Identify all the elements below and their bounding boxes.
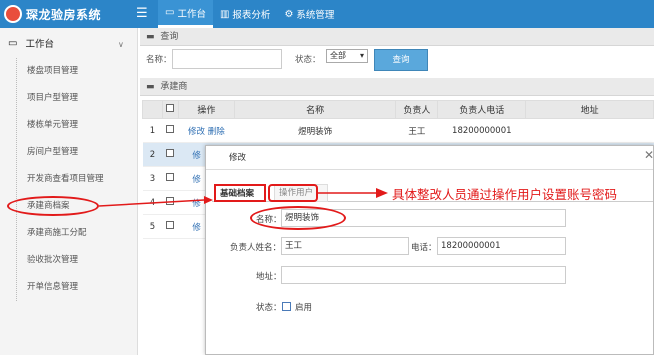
row-index: 2 <box>142 142 163 167</box>
bar-chart-icon: ▥ <box>219 8 230 20</box>
sidebar-item-unit-types[interactable]: 项目户型管理 <box>14 85 137 112</box>
enable-label: 启用 <box>295 303 313 313</box>
address-label: 地址： <box>256 272 282 282</box>
edit-link[interactable]: 修 <box>192 223 201 233</box>
sidebar-item-projects[interactable]: 楼盘项目管理 <box>14 58 137 85</box>
logo-icon <box>4 5 22 23</box>
sidebar-item-developer-projects[interactable]: 开发商查看项目管理 <box>14 166 137 193</box>
owner-name-field[interactable]: 王工 <box>281 237 409 255</box>
operator-tab-highlight <box>268 184 318 202</box>
sidebar-item-acceptance-batches[interactable]: 验收批次管理 <box>14 247 137 274</box>
phone-label: 电话： <box>411 243 437 253</box>
name-label: 名称： <box>146 55 172 65</box>
sidebar-item-contractor-assignment[interactable]: 承建商施工分配 <box>14 220 137 247</box>
query-panel-title: ▬ 查询 <box>140 28 654 46</box>
status-label: 状态： <box>295 55 321 65</box>
nav-label: 报表分析 <box>232 10 271 21</box>
header-name: 名称 <box>233 100 397 119</box>
name-search-input[interactable] <box>172 49 282 69</box>
nav-system[interactable]: ⚙ 系统管理 <box>277 0 341 28</box>
monitor-icon: ▭ <box>8 37 18 49</box>
header-address: 地址 <box>525 100 654 119</box>
edit-link[interactable]: 修 <box>192 175 201 185</box>
row-index: 4 <box>142 190 163 215</box>
query-button[interactable]: 查询 <box>374 49 428 71</box>
sidebar-section-workbench[interactable]: ▭ 工作台 ∨ <box>0 28 137 58</box>
name-highlight-ellipse <box>250 206 346 230</box>
sidebar-item-buildings[interactable]: 楼栋单元管理 <box>14 112 137 139</box>
row-checkbox[interactable] <box>166 173 175 181</box>
annotation-note: 具体整改人员通过操作用户设置账号密码 <box>392 187 618 202</box>
list-panel-title: ▬ 承建商 <box>140 78 654 96</box>
table-header: 操作 名称 负责人 负责人电话 地址 <box>142 100 654 119</box>
status-value: 全部 <box>330 51 346 60</box>
status-label: 状态： <box>256 303 282 313</box>
row-index: 1 <box>142 118 163 143</box>
edit-link[interactable]: 修 <box>192 151 201 161</box>
enable-checkbox[interactable] <box>282 302 291 311</box>
query-title: 查询 <box>160 32 179 42</box>
row-index: 3 <box>142 166 163 191</box>
sidebar-section-label: 工作台 <box>25 39 54 50</box>
nav-label: 工作台 <box>177 8 206 20</box>
edit-link[interactable]: 修 <box>192 199 201 209</box>
nav-label: 系统管理 <box>296 10 335 21</box>
header-phone: 负责人电话 <box>437 100 527 119</box>
sidebar-list: 楼盘项目管理 项目户型管理 楼栋单元管理 房间户型管理 开发商查看项目管理 承建… <box>0 58 137 301</box>
row-checkbox[interactable] <box>166 149 175 157</box>
sidebar-item-room-types[interactable]: 房间户型管理 <box>14 139 137 166</box>
edit-link[interactable]: 修改 <box>188 127 205 137</box>
delete-link[interactable]: 删除 <box>208 127 225 137</box>
header-actions: 操作 <box>177 100 235 119</box>
phone-field[interactable]: 18200000001 <box>437 237 566 255</box>
app-title: 琛龙验房系统 <box>26 7 102 22</box>
gear-icon: ⚙ <box>284 8 294 20</box>
sidebar-highlight-ellipse <box>7 196 99 216</box>
modal-title: 修改 <box>206 146 653 170</box>
nav-reports[interactable]: ▥ 报表分析 <box>213 0 277 28</box>
cell-owner: 王工 <box>395 118 438 143</box>
close-icon[interactable]: ✕ <box>644 148 654 162</box>
app-logo: 琛龙验房系统 <box>0 0 130 28</box>
sidebar: ▭ 工作台 ∨ 楼盘项目管理 项目户型管理 楼栋单元管理 房间户型管理 开发商查… <box>0 28 138 355</box>
tab-basic-info[interactable]: 基础档案 <box>214 184 266 202</box>
query-form: 名称： 状态： 全部 ▾ 查询 <box>140 46 654 78</box>
panel-icon: ▬ <box>146 82 155 92</box>
cell-phone: 18200000001 <box>437 118 526 143</box>
menu-toggle-icon[interactable]: ☰ <box>136 6 148 21</box>
owner-name-label: 负责人姓名： <box>230 243 282 253</box>
address-field[interactable] <box>281 266 566 284</box>
top-bar: 琛龙验房系统 ☰ ▭ 工作台 ▥ 报表分析 ⚙ 系统管理 <box>0 0 654 28</box>
monitor-icon: ▭ <box>165 7 175 18</box>
status-select[interactable]: 全部 ▾ <box>326 49 368 63</box>
row-checkbox[interactable] <box>166 125 175 133</box>
nav-workbench[interactable]: ▭ 工作台 <box>158 0 213 28</box>
row-index: 5 <box>142 214 163 239</box>
cell-name: 煜明装饰 <box>234 118 396 143</box>
header-select[interactable] <box>161 100 179 119</box>
row-checkbox[interactable] <box>166 197 175 205</box>
list-title: 承建商 <box>160 82 188 92</box>
row-checkbox[interactable] <box>166 221 175 229</box>
header-index <box>142 100 163 119</box>
select-all-checkbox[interactable] <box>166 104 175 112</box>
cell-address <box>525 118 654 143</box>
top-nav: ▭ 工作台 ▥ 报表分析 ⚙ 系统管理 <box>158 0 341 28</box>
chevron-down-icon: ∨ <box>118 40 124 49</box>
caret-down-icon: ▾ <box>359 51 364 60</box>
header-owner: 负责人 <box>395 100 439 119</box>
table-row: 1 修改 删除 煜明装饰 王工 18200000001 <box>142 118 654 143</box>
edit-modal: 修改 ✕ 基础档案 操作用户 名称： 煜明装饰 负责人姓名： 王工 电话： 18… <box>205 145 654 355</box>
sidebar-item-order-info[interactable]: 开单信息管理 <box>14 274 137 301</box>
panel-icon: ▬ <box>146 32 155 42</box>
